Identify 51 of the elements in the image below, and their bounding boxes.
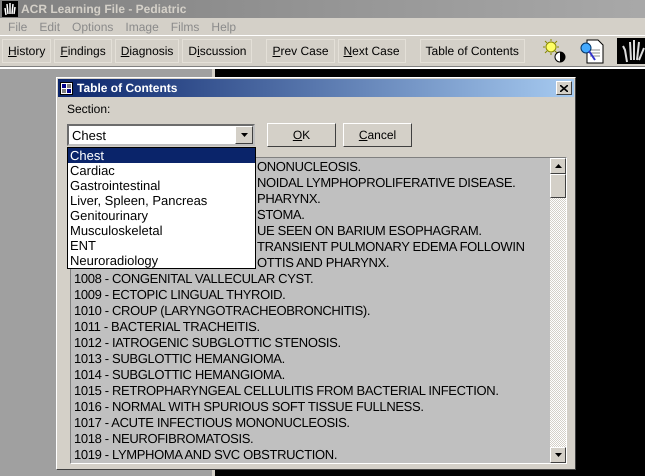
scroll-down-button[interactable] — [550, 447, 566, 463]
cancel-button[interactable]: Cancel — [343, 123, 412, 147]
case-item[interactable]: 1013 - SUBGLOTTIC HEMANGIOMA. — [74, 351, 550, 367]
dropdown-option[interactable]: Musculoskeletal — [68, 223, 255, 238]
case-item[interactable]: 1008 - CONGENITAL VALLECULAR CYST. — [74, 271, 550, 287]
case-item[interactable]: 1014 - SUBGLOTTIC HEMANGIOMA. — [74, 367, 550, 383]
toolbar-button[interactable]: Prev Case — [266, 39, 334, 63]
case-item[interactable]: 1010 - CROUP (LARYNGOTRACHEOBRONCHITIS). — [74, 303, 550, 319]
section-label: Section: — [67, 102, 112, 118]
hand-icon — [616, 38, 645, 64]
toolbar-button[interactable] — [616, 38, 645, 64]
toolbar-button[interactable] — [578, 38, 605, 64]
toolbar-button[interactable]: History — [2, 39, 52, 63]
case-item[interactable]: 1016 - NORMAL WITH SPURIOUS SOFT TISSUE FULLNESS. — [74, 399, 550, 415]
down-arrow-icon — [554, 453, 562, 457]
case-item[interactable]: 1009 - ECTOPIC LINGUAL THYROID. — [74, 287, 550, 303]
case-item[interactable]: 1012 - IATROGENIC SUBGLOTTIC STENOSIS. — [74, 335, 550, 351]
dropdown-option[interactable]: Liver, Spleen, Pancreas — [68, 193, 255, 208]
toolbar-button[interactable]: Next Case — [338, 39, 406, 63]
caret-icon — [240, 133, 248, 137]
dropdown-option[interactable]: Cardiac — [68, 163, 255, 178]
dialog-title: Table of Contents — [77, 81, 178, 95]
case-item[interactable]: 1019 - LYMPHOMA AND SVC OBSTRUCTION. — [74, 447, 550, 463]
scroll-thumb[interactable] — [550, 174, 566, 198]
scroll-up-button[interactable] — [550, 158, 566, 174]
dropdown-arrow-button[interactable] — [235, 126, 253, 144]
document-search-icon — [578, 38, 605, 64]
case-item[interactable]: 1015 - RETROPHARYNGEAL CELLULITIS FROM BACTERIAL INFECTION. — [74, 383, 550, 399]
case-item[interactable]: 1017 - ACUTE INFECTIOUS MONONUCLEOSIS. — [74, 415, 550, 431]
case-item[interactable]: 1018 - NEUROFIBROMATOSIS. — [74, 431, 550, 447]
close-icon — [560, 84, 568, 92]
dropdown-option[interactable]: Neuroradiology — [68, 253, 255, 268]
close-button[interactable] — [556, 81, 572, 95]
hand-icon — [2, 1, 18, 17]
toolbar-button[interactable] — [542, 39, 567, 63]
scrollbar[interactable] — [550, 158, 566, 463]
dropdown-option[interactable]: Gastrointestinal — [68, 178, 255, 193]
dropdown-option[interactable]: ENT — [68, 238, 255, 253]
window-title: ACR Learning File - Pediatric — [21, 2, 186, 16]
dropdown-option[interactable]: Chest — [68, 148, 255, 163]
dropdown-option[interactable]: Genitourinary — [68, 208, 255, 223]
toolbar-button[interactable]: Table of Contents — [420, 39, 525, 63]
toolbar-button[interactable]: Findings — [54, 39, 112, 63]
case-item[interactable]: 1011 - BACTERIAL TRACHEITIS. — [74, 319, 550, 335]
section-dropdown[interactable]: Chest — [67, 124, 255, 146]
grid-icon — [60, 82, 73, 94]
toolbar-button[interactable]: Discussion — [182, 39, 252, 63]
toolbar-button[interactable]: Diagnosis — [114, 39, 180, 63]
sun-contrast-icon — [542, 39, 567, 63]
ok-button[interactable]: OK — [267, 123, 336, 147]
up-arrow-icon — [554, 164, 562, 168]
